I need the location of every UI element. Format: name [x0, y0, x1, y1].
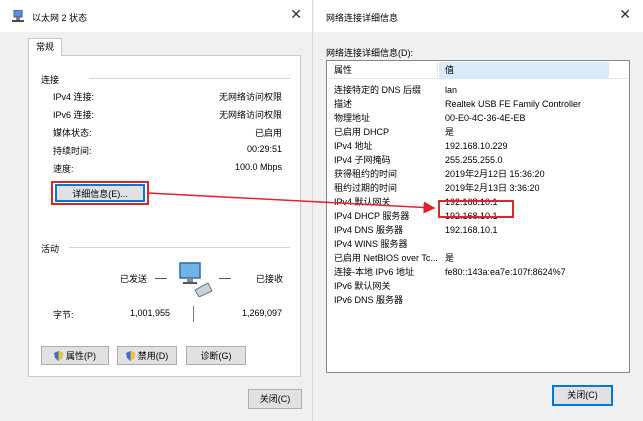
table-row[interactable]: 租约过期的时间 2019年2月13日 3:36:20: [328, 182, 628, 194]
table-row[interactable]: IPv4 地址 192.168.10.229: [328, 140, 628, 152]
property-cell: 描述: [334, 99, 353, 109]
close-icon[interactable]: ✕: [290, 7, 302, 21]
sent-label: 已发送: [120, 274, 148, 284]
value-cell: fe80::143a:ea7e:107f:8624%7: [445, 267, 566, 277]
disable-button[interactable]: 禁用(D): [117, 346, 177, 365]
ipv4-connectivity-label: IPv4 连接:: [53, 92, 95, 102]
network-activity-icon: [179, 262, 213, 297]
disable-label: 禁用(D): [137, 351, 169, 361]
diagnose-button[interactable]: 诊断(G): [186, 346, 246, 365]
table-row[interactable]: IPv4 子网掩码 255.255.255.0: [328, 154, 628, 166]
ipv6-connectivity-label: IPv6 连接:: [53, 110, 95, 120]
ipv6-connectivity-value: 无网络访问权限: [218, 110, 282, 120]
properties-button[interactable]: 属性(P): [41, 346, 109, 365]
value-cell: Realtek USB FE Family Controller: [445, 99, 582, 109]
shield-icon: [125, 351, 135, 361]
property-cell: 物理地址: [334, 113, 371, 123]
sent-dash: [155, 278, 167, 279]
property-cell: IPv4 默认网关: [334, 197, 391, 207]
details-list-label: 网络连接详细信息(D):: [326, 48, 413, 58]
general-panel: 连接 IPv4 连接: 无网络访问权限 IPv6 连接: 无网络访问权限 媒体状…: [28, 55, 301, 377]
received-dash: [219, 278, 231, 279]
speed-value: 100.0 Mbps: [234, 162, 282, 172]
property-cell: 连接-本地 IPv6 地址: [334, 267, 415, 277]
section-divider: [89, 78, 290, 79]
value-cell: 255.255.255.0: [445, 155, 503, 165]
ethernet-status-window: 以太网 2 状态 ✕ 常规 连接 IPv4 连接: 无网络访问权限 IPv6 连…: [0, 0, 313, 421]
speed-label: 速度:: [53, 164, 74, 174]
column-header-property[interactable]: 属性: [328, 62, 438, 79]
column-header-value[interactable]: 值: [439, 62, 609, 79]
property-cell: 连接特定的 DNS 后缀: [334, 85, 422, 95]
sent-bytes-value: 1,001,955: [129, 308, 170, 318]
property-cell: IPv4 地址: [334, 141, 373, 151]
bytes-label: 字节:: [53, 310, 74, 320]
value-cell: 192.168.10.1: [445, 225, 498, 235]
properties-label: 属性(P): [66, 351, 96, 361]
connection-section-title: 连接: [41, 75, 60, 85]
received-label: 已接收: [256, 274, 284, 284]
details-button[interactable]: 详细信息(E)...: [55, 184, 145, 202]
ipv4-connectivity-value: 无网络访问权限: [218, 92, 282, 102]
table-row[interactable]: 获得租约的时间 2019年2月12日 15:36:20: [328, 168, 628, 180]
tab-general[interactable]: 常规: [28, 38, 62, 56]
media-state-value: 已启用: [254, 128, 282, 138]
table-row[interactable]: 已启用 DHCP 是: [328, 126, 628, 138]
property-cell: IPv4 DNS 服务器: [334, 225, 404, 235]
table-row[interactable]: 描述 Realtek USB FE Family Controller: [328, 98, 628, 110]
property-cell: IPv4 子网掩码: [334, 155, 391, 165]
value-cell: 2019年2月12日 15:36:20: [445, 169, 545, 179]
property-cell: 已启用 DHCP: [334, 127, 390, 137]
table-row[interactable]: 已启用 NetBIOS over Tc... 是: [328, 252, 628, 264]
property-cell: IPv4 DHCP 服务器: [334, 211, 410, 221]
value-cell: 2019年2月13日 3:36:20: [445, 183, 540, 193]
window-title: 网络连接详细信息: [326, 13, 399, 23]
duration-value: 00:29:51: [246, 144, 282, 154]
table-row[interactable]: 连接特定的 DNS 后缀 lan: [328, 84, 628, 96]
listview-header: 属性 值: [328, 62, 628, 79]
highlight-box-gateway: [438, 200, 514, 218]
table-row[interactable]: IPv6 DNS 服务器: [328, 294, 628, 306]
close-button[interactable]: 关闭(C): [248, 389, 302, 409]
section-divider: [69, 247, 290, 248]
duration-label: 持续时间:: [53, 146, 92, 156]
bytes-divider: [193, 306, 194, 322]
property-cell: IPv6 默认网关: [334, 281, 391, 291]
activity-section-title: 活动: [41, 244, 60, 254]
shield-icon: [54, 351, 63, 361]
media-state-label: 媒体状态:: [53, 128, 92, 138]
window-title: 以太网 2 状态: [32, 13, 88, 23]
title-bar[interactable]: 以太网 2 状态 ✕: [0, 0, 312, 32]
value-cell: 192.168.10.229: [445, 141, 508, 151]
value-cell: lan: [445, 85, 458, 95]
value-cell: 00-E0-4C-36-4E-EB: [445, 113, 526, 123]
title-bar[interactable]: 网络连接详细信息 ✕: [314, 0, 643, 32]
network-adapter-icon: [12, 10, 24, 22]
table-row[interactable]: IPv4 DNS 服务器 192.168.10.1: [328, 224, 628, 236]
table-row[interactable]: IPv4 WINS 服务器: [328, 238, 628, 250]
property-cell: 已启用 NetBIOS over Tc...: [334, 253, 438, 263]
property-cell: 获得租约的时间: [334, 169, 398, 179]
table-row[interactable]: 连接-本地 IPv6 地址 fe80::143a:ea7e:107f:8624%7: [328, 266, 628, 278]
value-cell: 是: [445, 253, 455, 263]
close-button[interactable]: 关闭(C): [552, 385, 613, 406]
close-icon[interactable]: ✕: [619, 7, 631, 21]
property-cell: IPv4 WINS 服务器: [334, 239, 408, 249]
table-row[interactable]: IPv6 默认网关: [328, 280, 628, 292]
property-cell: IPv6 DNS 服务器: [334, 295, 404, 305]
received-bytes-value: 1,269,097: [241, 308, 282, 318]
value-cell: 是: [445, 127, 455, 137]
property-cell: 租约过期的时间: [334, 183, 398, 193]
table-row[interactable]: 物理地址 00-E0-4C-36-4E-EB: [328, 112, 628, 124]
